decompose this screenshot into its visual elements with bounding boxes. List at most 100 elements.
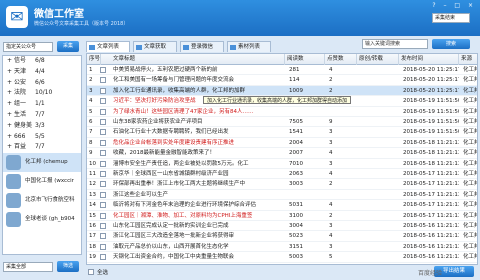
window-controls[interactable]: ? – □ ×: [432, 2, 476, 9]
row-checkbox[interactable]: [100, 243, 106, 250]
cell-title: 山东化工园区完成认定一批新的实训企业已完成: [113, 223, 229, 229]
collect-status-select[interactable]: 采集结束: [432, 13, 470, 23]
cell-title: 化工和美国有一场筹备与门管理问题的年度交流会: [113, 77, 235, 84]
cell-src: 化工邦: [463, 181, 478, 188]
keyword-search-input[interactable]: 输入关键词搜索: [362, 39, 428, 49]
expand-icon[interactable]: +: [7, 79, 14, 86]
table-row[interactable]: 2 化工和美国有一场筹备与门管理问题的年度交流会 114 2 2018-05-20 11…: [87, 75, 477, 86]
avatar: [6, 212, 21, 228]
cell-origin: [359, 252, 399, 262]
sidebar-category[interactable]: + 百益 7/7: [3, 142, 81, 153]
tab-wechat-login[interactable]: 登录微信: [180, 41, 224, 52]
expand-icon[interactable]: +: [7, 122, 14, 129]
cell-src: 化工邦: [463, 243, 478, 250]
cell-reads: 7505: [289, 119, 303, 125]
cell-origin: [359, 117, 399, 127]
col-header-source[interactable]: 来源: [459, 54, 477, 65]
expand-icon[interactable]: +: [7, 68, 14, 75]
cell-title: 临沂将对有下河金色年末治理的企业进行环境保护综合评估: [113, 202, 257, 209]
col-header-origin[interactable]: 原创/转载: [357, 54, 399, 65]
download-icon: [136, 45, 142, 50]
row-checkbox[interactable]: [100, 119, 106, 125]
cell-reads: 3151: [289, 243, 303, 250]
row-checkbox[interactable]: [100, 181, 106, 188]
tab-article-fetch[interactable]: 文章获取: [133, 41, 177, 52]
table-row[interactable]: 3 加入化工行业通讯录，收集高端的人群，化工邦的加群 1009 2 2018-05-20…: [87, 85, 477, 97]
table-row[interactable]: 12 环保部再出重拳！浙江上市化工两大主题将继续生产中 3003 2 2018-05-1…: [87, 179, 478, 190]
account-item[interactable]: 全球老谈 (gh_b904: [3, 210, 81, 229]
sidebar-category[interactable]: + 法院 10/10: [3, 88, 81, 99]
collect-mode-select[interactable]: 采集全部: [3, 262, 53, 272]
cell-origin: [359, 169, 399, 179]
account-item[interactable]: 化工邦 (chemup: [3, 153, 81, 173]
table-row[interactable]: 5 为了绿水青山！这些园区清理了47家企业，另有84人…… 2018-05-19 1…: [87, 107, 477, 117]
table-row[interactable]: 18 油取元产品总价以山东，山西开展首化生态化学 3151 3 2018-05-16 1…: [87, 242, 478, 253]
collect-button[interactable]: 采集: [57, 41, 79, 52]
table-row[interactable]: 15 化工园区｜湘潭、淮物、加工、对原料均为CPHI上海重签 3100 2 2018-0…: [87, 211, 477, 221]
col-header-title[interactable]: 文章标题: [111, 54, 285, 65]
expand-icon[interactable]: +: [7, 100, 14, 107]
table-row[interactable]: 16 山东化工园区完成认定一批新的实训企业已完成 3004 3 2018-05-16 1…: [87, 221, 477, 232]
table-row[interactable]: 14 临沂将对有下河金色年末治理的企业进行环境保护综合评估 5031 4 2018-05…: [87, 200, 477, 211]
table-row[interactable]: 13 浙江这些企业可以生产 2018-05-17 11:21:13 化工邦: [87, 190, 477, 201]
table-row[interactable]: 10 淄博市安全生产责任追，两企业被处以罚款5万元。化工 7010 3 2018-05-…: [87, 159, 477, 169]
tab-article-list[interactable]: 文章列表: [86, 41, 130, 52]
title-bar: ✉ 微信工作室 微信公众号文章采集工具（版本号 2018） ? – □ × 采集…: [0, 0, 480, 36]
tab-material-list[interactable]: 素材列表: [227, 41, 271, 52]
select-all-checkbox[interactable]: [88, 269, 94, 275]
row-checkbox[interactable]: [100, 212, 106, 219]
sidebar-category[interactable]: + 666 5/5: [3, 132, 81, 143]
cell-title: 为了绿水青山！这些园区清理了47家企业，另有84人……: [113, 108, 254, 115]
col-header-reads[interactable]: 阅读数: [285, 54, 325, 65]
col-header-time[interactable]: 发布时间: [399, 54, 459, 65]
sidebar-category[interactable]: + 生活 7/7: [3, 110, 81, 121]
expand-icon[interactable]: +: [7, 143, 14, 150]
account-item[interactable]: 中国化工报 (wxccir: [3, 172, 81, 191]
search-button[interactable]: 搜索: [432, 39, 470, 49]
sidebar-category[interactable]: + 公安 6/6: [3, 78, 81, 89]
row-checkbox[interactable]: [100, 87, 106, 94]
row-checkbox[interactable]: [100, 202, 106, 209]
sidebar-category[interactable]: + 天津 4/4: [3, 67, 81, 78]
table-row[interactable]: 7 石油化工行业十大数据专聘聘转，我们已经出发 1541 3 2018-05-19 11…: [87, 127, 477, 138]
row-checkbox[interactable]: [100, 254, 106, 261]
row-checkbox[interactable]: [100, 150, 106, 157]
cell-origin: [359, 75, 399, 85]
col-header-likes[interactable]: 点赞数: [325, 54, 357, 65]
account-type-select[interactable]: 指定关公众号: [3, 42, 53, 52]
sidebar-category[interactable]: + 组一 1/1: [3, 99, 81, 110]
expand-icon[interactable]: +: [7, 89, 14, 96]
expand-icon[interactable]: +: [7, 133, 14, 140]
table-row[interactable]: 19 天钢化工出资金合约，中国化工中央重量生物联会 5003 5 2018-05-16 …: [87, 252, 477, 263]
cell-likes: 2: [329, 87, 333, 94]
table-row[interactable]: 1 中美贸易战停火，五利农肥过硬两个新的前 281 4 2018-05-20 11:25…: [87, 65, 477, 76]
sidebar-category[interactable]: + 健身美 3/3: [3, 121, 81, 132]
cell-reads: 2004: [289, 139, 303, 146]
table-row[interactable]: 6 山东38家农药企业将获农业产评项目 7505 9 2018-05-19 11:51:…: [87, 117, 477, 128]
table-row[interactable]: 8 危化品企业台帐落到实处年度建设责建有序正推进 2004 3 2018-05-18 1…: [87, 138, 478, 149]
row-checkbox[interactable]: [100, 191, 106, 198]
expand-icon[interactable]: +: [7, 111, 14, 118]
table-row[interactable]: 17 浙江化工园区三大改造全落地一批新企业将获得审 5023 4 2018-05-16 …: [87, 231, 477, 242]
cell-src: 化工邦: [463, 139, 478, 146]
col-header-no[interactable]: 序号: [87, 54, 101, 65]
row-checkbox[interactable]: [100, 171, 106, 177]
row-checkbox[interactable]: [100, 139, 106, 146]
filter-button[interactable]: 筛选: [57, 261, 79, 272]
row-checkbox[interactable]: [100, 129, 106, 136]
row-checkbox[interactable]: [100, 77, 106, 84]
expand-icon[interactable]: +: [7, 57, 14, 64]
row-checkbox[interactable]: [100, 67, 106, 73]
row-checkbox[interactable]: [100, 108, 106, 115]
table-row[interactable]: 11 新京华｜全球西区一山东省城镇群村级济产业园 2063 4 2018-05-17 1…: [87, 169, 477, 180]
sidebar-category[interactable]: + 信号 6/8: [3, 56, 81, 67]
account-item[interactable]: 北京市飞行食航空科: [3, 191, 81, 210]
cell-title: 新京华｜全球西区一山东省城镇群村级济产业园: [113, 171, 229, 177]
row-checkbox[interactable]: [100, 223, 106, 229]
row-checkbox[interactable]: [100, 160, 106, 167]
row-checkbox[interactable]: [100, 98, 106, 105]
cell-likes: 3: [329, 129, 333, 136]
category-label: 公安: [13, 78, 26, 86]
row-checkbox[interactable]: [100, 233, 106, 240]
table-row[interactable]: 9 收藏，2018最新能量金融智能政策来了！ 2007 4 2018-05-18 11:…: [87, 148, 477, 159]
